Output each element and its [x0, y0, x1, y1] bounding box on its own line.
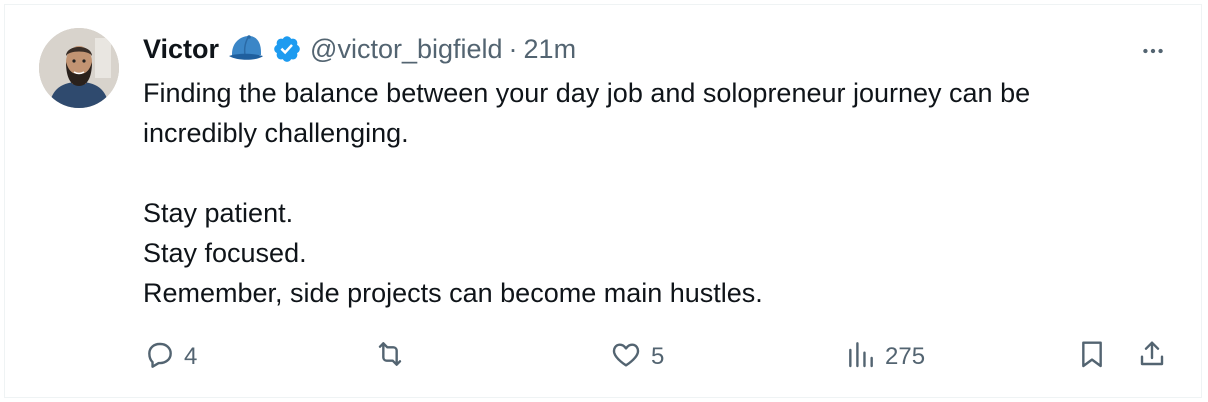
verified-badge-icon[interactable]: [272, 34, 302, 64]
tweet-text-line: Finding the balance between your day job…: [143, 78, 1031, 108]
views-count: 275: [885, 343, 926, 370]
reply-count: 4: [184, 343, 198, 370]
tweet-text-line: incredibly challenging.: [143, 118, 409, 148]
tweet-card[interactable]: Victor @victor_bigfield · 21m Finding th…: [4, 4, 1202, 398]
reply-icon: [144, 338, 176, 377]
author-handle[interactable]: @victor_bigfield: [310, 34, 503, 65]
author-name[interactable]: Victor: [143, 34, 219, 65]
tweet-actions: 4 5 275: [5, 337, 1201, 377]
tweet-text-line: Remember, side projects can become main …: [143, 278, 763, 308]
share-button[interactable]: [1136, 337, 1168, 377]
heart-icon: [609, 338, 643, 377]
repost-button[interactable]: [372, 337, 416, 377]
share-icon: [1136, 338, 1168, 377]
tweet-text-line: [143, 153, 1183, 193]
tweet-text-line: Stay patient.: [143, 198, 294, 228]
tweet-timestamp[interactable]: 21m: [524, 34, 577, 65]
avatar[interactable]: [39, 28, 119, 108]
views-button[interactable]: 275: [845, 337, 925, 377]
tweet-text: Finding the balance between your day job…: [143, 73, 1183, 313]
analytics-icon: [845, 338, 877, 377]
more-dots-icon[interactable]: [1135, 33, 1171, 69]
tweet-header: Victor @victor_bigfield · 21m: [143, 29, 576, 69]
tweet-text-line: Stay focused.: [143, 238, 307, 268]
blue-cap-icon: [227, 34, 265, 64]
like-button[interactable]: 5: [609, 337, 664, 377]
like-count: 5: [651, 343, 665, 370]
header-separator: ·: [508, 33, 518, 64]
bookmark-button[interactable]: [1076, 337, 1108, 377]
repost-icon: [372, 338, 408, 377]
reply-button[interactable]: 4: [144, 337, 197, 377]
bookmark-icon: [1076, 338, 1108, 377]
